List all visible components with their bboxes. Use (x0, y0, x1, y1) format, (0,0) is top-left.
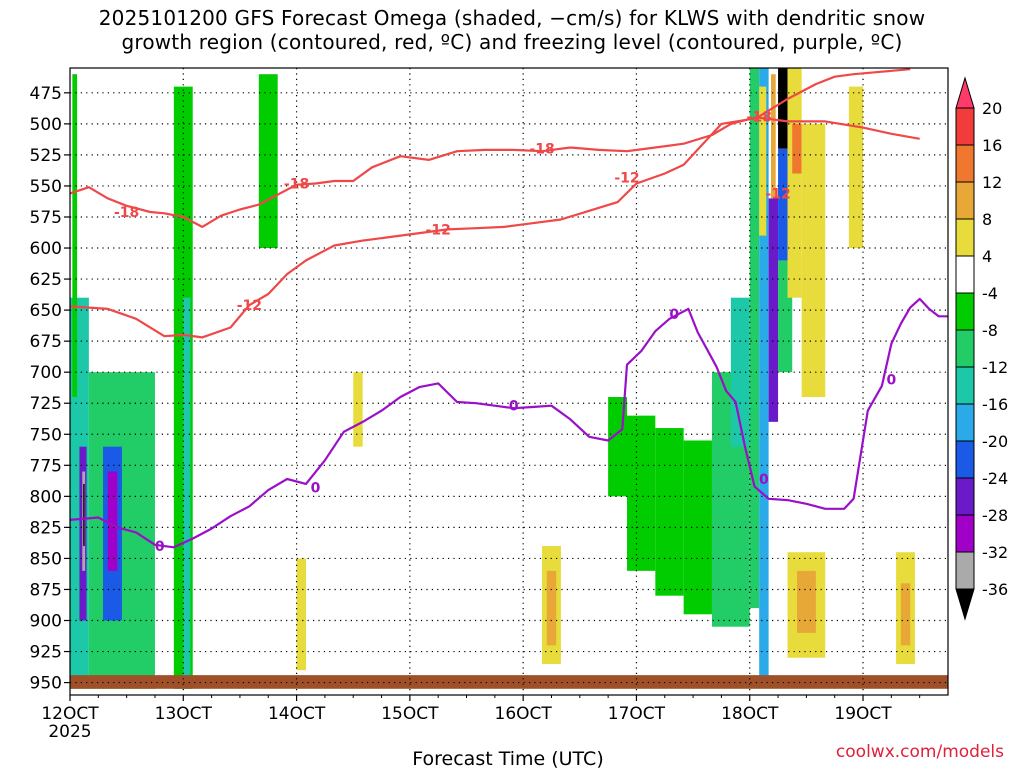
freezing-level-label: 0 (509, 399, 519, 415)
omega-cell (83, 483, 85, 547)
omega-cell (183, 297, 191, 689)
y-tick-label: 525 (30, 146, 62, 166)
colorbar-label: -4 (982, 284, 998, 303)
omega-cell (778, 68, 788, 149)
omega-cell (655, 428, 684, 596)
freezing-level-label: 0 (311, 481, 321, 497)
x-tick-label: 19OCT (834, 704, 892, 724)
omega-cell (560, 74, 571, 373)
omega-cell (258, 74, 278, 249)
omega-cell (353, 372, 363, 447)
dgz-contour-label: -12 (426, 222, 451, 238)
x-tick-label: 12OCT (41, 704, 99, 724)
omega-cell (296, 558, 307, 671)
colorbar-label: -12 (982, 358, 1008, 377)
omega-cell (683, 74, 694, 373)
colorbar-label: 12 (982, 173, 1002, 192)
surface-band (70, 675, 948, 689)
omega-cell (107, 471, 118, 571)
x-year-label: 2025 (48, 722, 91, 742)
omega-cell (768, 198, 779, 422)
x-tick-label: 18OCT (721, 704, 779, 724)
colorbar-label: 4 (982, 247, 992, 266)
colorbar-bin (955, 514, 975, 553)
omega-cell (778, 148, 788, 261)
freezing-level-label: 0 (759, 472, 769, 488)
colorbar-label: 8 (982, 210, 992, 229)
omega-cell (546, 570, 557, 646)
y-tick-label: 750 (30, 425, 62, 445)
colorbar-label: -16 (982, 395, 1008, 414)
colorbar-label: -20 (982, 432, 1008, 451)
dgz-contour-label: -12 (614, 170, 639, 186)
y-tick-label: 950 (30, 674, 62, 694)
x-axis-label: Forecast Time (UTC) (412, 748, 603, 768)
y-tick-label: 675 (30, 332, 62, 352)
colorbar-label: -36 (982, 580, 1008, 599)
omega-time-height-chart: -18-18-18-18-12-12-12-12000000 475500525… (30, 67, 1008, 768)
omega-cell (770, 74, 776, 199)
x-tick-label: 15OCT (381, 704, 439, 724)
y-tick-label: 575 (30, 208, 62, 228)
omega-cell (627, 415, 656, 571)
omega-shading (70, 68, 948, 689)
colorbar-bin (955, 255, 975, 294)
dgz-contour-label: -18 (529, 142, 554, 158)
y-tick-label: 700 (30, 363, 62, 383)
colorbar-bin (955, 144, 975, 183)
colorbar-label: -32 (982, 543, 1008, 562)
omega-cell (792, 123, 802, 174)
colorbar-bin (955, 477, 975, 516)
colorbar-bin (955, 292, 975, 331)
y-tick-label: 475 (30, 84, 62, 104)
dgz-contour-label: -18 (114, 205, 139, 221)
x-tick-label: 14OCT (268, 704, 326, 724)
colorbar-bin (955, 181, 975, 220)
y-tick-label: 825 (30, 518, 62, 538)
y-tick-label: 500 (30, 115, 62, 135)
y-tick-label: 800 (30, 487, 62, 507)
credit-link[interactable]: coolwx.com/models (836, 742, 1004, 762)
colorbar-label: 16 (982, 136, 1002, 155)
colorbar-bin (955, 366, 975, 405)
x-tick-label: 16OCT (495, 704, 553, 724)
y-tick-label: 550 (30, 177, 62, 197)
colorbar-bin (955, 107, 975, 146)
freezing-level-label: 0 (669, 307, 679, 323)
y-tick-label: 650 (30, 301, 62, 321)
omega-cell (796, 570, 816, 633)
colorbar: 20 16 12 8 4 -4 -8 -12 -16 -20 -24 -28 -32 -36 (955, 76, 1008, 621)
colorbar-bin (955, 218, 975, 257)
colorbar-bin (955, 403, 975, 442)
omega-cell (900, 583, 911, 646)
freezing-level-label: 0 (886, 373, 896, 389)
y-tick-label: 725 (30, 394, 62, 414)
colorbar-label: -8 (982, 321, 998, 340)
colorbar-bin (955, 440, 975, 479)
colorbar-label: -28 (982, 506, 1008, 525)
y-tick-label: 925 (30, 643, 62, 663)
colorbar-bin (955, 329, 975, 368)
x-tick-label: 17OCT (608, 704, 666, 724)
dgz-contour-label: -12 (765, 186, 790, 202)
y-tick-label: 850 (30, 549, 62, 569)
y-tick-label: 775 (30, 456, 62, 476)
freezing-level-label: 0 (155, 539, 165, 555)
y-tick-label: 600 (30, 239, 62, 259)
colorbar-label: -24 (982, 469, 1008, 488)
colorbar-bottom-arrow (955, 588, 975, 621)
dgz-contour-label: -12 (237, 298, 262, 314)
colorbar-bin (955, 551, 975, 590)
y-tick-label: 625 (30, 270, 62, 290)
y-tick-label: 900 (30, 612, 62, 632)
omega-cell (787, 68, 802, 298)
omega-cell (848, 86, 864, 249)
y-tick-label: 875 (30, 580, 62, 600)
omega-cell (72, 74, 78, 398)
x-tick-label: 13OCT (155, 704, 213, 724)
colorbar-label: 20 (982, 99, 1002, 118)
dgz-contour-label: -18 (284, 176, 309, 192)
colorbar-top-arrow (955, 76, 975, 109)
omega-cell (801, 123, 826, 398)
